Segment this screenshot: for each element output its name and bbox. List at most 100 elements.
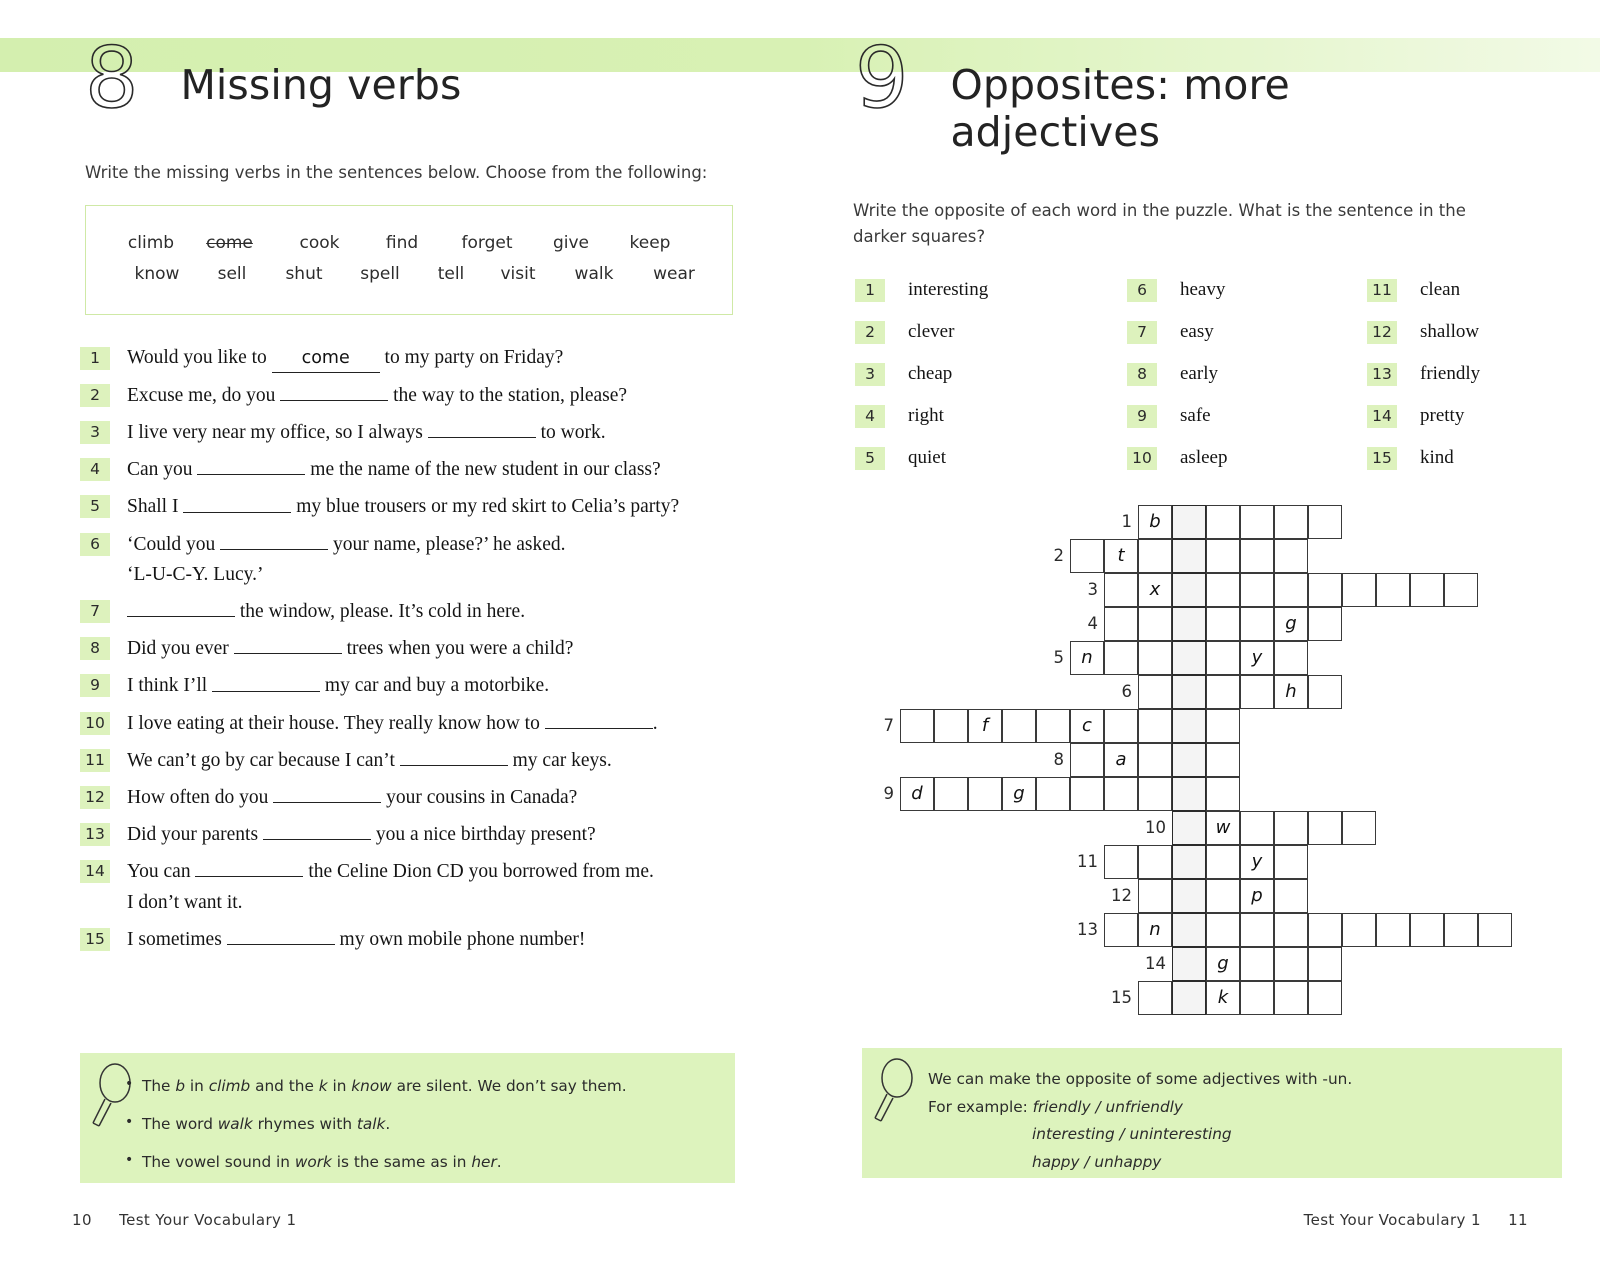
crossword-cell[interactable] xyxy=(1342,811,1376,845)
crossword-cell[interactable] xyxy=(1206,879,1240,913)
crossword-cell[interactable] xyxy=(1172,743,1206,777)
crossword-cell[interactable] xyxy=(1172,641,1206,675)
crossword-cell[interactable] xyxy=(1274,913,1308,947)
crossword-cell[interactable] xyxy=(1036,709,1070,743)
crossword-cell[interactable] xyxy=(1206,845,1240,879)
crossword-cell[interactable] xyxy=(1376,913,1410,947)
crossword-cell[interactable] xyxy=(1240,947,1274,981)
crossword-cell[interactable] xyxy=(1274,879,1308,913)
crossword-cell[interactable] xyxy=(1206,675,1240,709)
crossword-cell[interactable] xyxy=(1070,777,1104,811)
answer-blank[interactable] xyxy=(195,858,304,878)
answer-blank[interactable] xyxy=(212,672,321,692)
crossword-cell[interactable] xyxy=(1308,913,1342,947)
crossword-cell[interactable] xyxy=(1172,709,1206,743)
crossword-cell[interactable] xyxy=(1206,743,1240,777)
crossword-cell[interactable] xyxy=(1104,913,1138,947)
crossword-cell[interactable] xyxy=(1172,539,1206,573)
crossword-cell[interactable] xyxy=(1104,845,1138,879)
crossword-puzzle[interactable]: 1 b 2 t 3 x 4 g 5 n y 6 h 7 f c 8 a 9 d g 10 w 11 y 12 p 13 n 14 g 15 k xyxy=(884,505,1512,1015)
crossword-cell[interactable] xyxy=(1138,777,1172,811)
crossword-cell[interactable] xyxy=(1138,641,1172,675)
answer-blank[interactable] xyxy=(233,635,342,655)
crossword-cell[interactable] xyxy=(1240,981,1274,1015)
crossword-cell[interactable] xyxy=(1308,675,1342,709)
answer-blank[interactable] xyxy=(127,598,235,618)
crossword-cell[interactable] xyxy=(900,709,934,743)
crossword-cell[interactable] xyxy=(1444,913,1478,947)
crossword-cell[interactable] xyxy=(1308,573,1342,607)
crossword-cell[interactable] xyxy=(1274,641,1308,675)
crossword-cell[interactable] xyxy=(1376,573,1410,607)
crossword-cell[interactable] xyxy=(1206,539,1240,573)
crossword-cell[interactable] xyxy=(1240,539,1274,573)
crossword-cell[interactable] xyxy=(1206,505,1240,539)
crossword-cell[interactable] xyxy=(1274,981,1308,1015)
crossword-cell[interactable] xyxy=(1138,845,1172,879)
answer-blank[interactable] xyxy=(399,747,508,766)
crossword-cell[interactable] xyxy=(1002,709,1036,743)
crossword-cell[interactable] xyxy=(1138,607,1172,641)
answer-blank[interactable] xyxy=(220,531,329,550)
crossword-cell[interactable] xyxy=(1308,505,1342,539)
crossword-cell[interactable] xyxy=(1172,845,1206,879)
crossword-cell[interactable] xyxy=(1172,913,1206,947)
crossword-cell[interactable] xyxy=(1104,641,1138,675)
crossword-cell[interactable] xyxy=(1206,777,1240,811)
crossword-cell[interactable] xyxy=(1138,539,1172,573)
answer-blank[interactable] xyxy=(226,926,335,945)
answer-blank[interactable] xyxy=(262,821,371,841)
crossword-cell[interactable] xyxy=(1308,947,1342,981)
crossword-cell[interactable] xyxy=(1070,539,1104,573)
answer-blank-filled[interactable]: come xyxy=(271,345,380,373)
crossword-cell[interactable] xyxy=(1410,913,1444,947)
answer-blank[interactable] xyxy=(427,419,536,439)
crossword-cell[interactable] xyxy=(1104,607,1138,641)
answer-blank[interactable] xyxy=(273,784,382,803)
crossword-cell[interactable] xyxy=(1104,709,1138,743)
crossword-cell[interactable] xyxy=(1240,811,1274,845)
crossword-cell[interactable] xyxy=(934,709,968,743)
crossword-cell[interactable] xyxy=(1104,573,1138,607)
crossword-cell[interactable] xyxy=(1274,947,1308,981)
crossword-cell[interactable] xyxy=(1274,845,1308,879)
crossword-cell[interactable] xyxy=(1308,811,1342,845)
crossword-cell[interactable] xyxy=(1172,777,1206,811)
answer-blank[interactable] xyxy=(183,493,292,513)
crossword-cell[interactable] xyxy=(1172,505,1206,539)
answer-blank[interactable] xyxy=(197,456,306,476)
crossword-cell[interactable] xyxy=(1444,573,1478,607)
crossword-cell[interactable] xyxy=(1206,573,1240,607)
crossword-cell[interactable] xyxy=(1138,743,1172,777)
answer-blank[interactable] xyxy=(280,382,389,402)
crossword-cell[interactable] xyxy=(1172,879,1206,913)
crossword-cell[interactable] xyxy=(1410,573,1444,607)
crossword-cell[interactable] xyxy=(1036,777,1070,811)
crossword-cell[interactable] xyxy=(1172,811,1206,845)
crossword-cell[interactable] xyxy=(1274,539,1308,573)
crossword-cell[interactable] xyxy=(1172,981,1206,1015)
crossword-cell[interactable] xyxy=(934,777,968,811)
crossword-cell[interactable] xyxy=(1240,913,1274,947)
crossword-cell[interactable] xyxy=(1070,743,1104,777)
crossword-cell[interactable] xyxy=(1172,573,1206,607)
crossword-cell[interactable] xyxy=(1308,607,1342,641)
crossword-cell[interactable] xyxy=(1172,675,1206,709)
crossword-cell[interactable] xyxy=(1308,981,1342,1015)
crossword-cell[interactable] xyxy=(1138,879,1172,913)
crossword-cell[interactable] xyxy=(1240,573,1274,607)
crossword-cell[interactable] xyxy=(1104,777,1138,811)
crossword-cell[interactable] xyxy=(1206,709,1240,743)
crossword-cell[interactable] xyxy=(1206,607,1240,641)
crossword-cell[interactable] xyxy=(1274,505,1308,539)
crossword-cell[interactable] xyxy=(1172,947,1206,981)
crossword-cell[interactable] xyxy=(1342,573,1376,607)
crossword-cell[interactable] xyxy=(1342,913,1376,947)
crossword-cell[interactable] xyxy=(1274,811,1308,845)
crossword-cell[interactable] xyxy=(1478,913,1512,947)
crossword-cell[interactable] xyxy=(968,777,1002,811)
crossword-cell[interactable] xyxy=(1206,913,1240,947)
crossword-cell[interactable] xyxy=(1240,505,1274,539)
crossword-cell[interactable] xyxy=(1172,607,1206,641)
crossword-cell[interactable] xyxy=(1138,709,1172,743)
